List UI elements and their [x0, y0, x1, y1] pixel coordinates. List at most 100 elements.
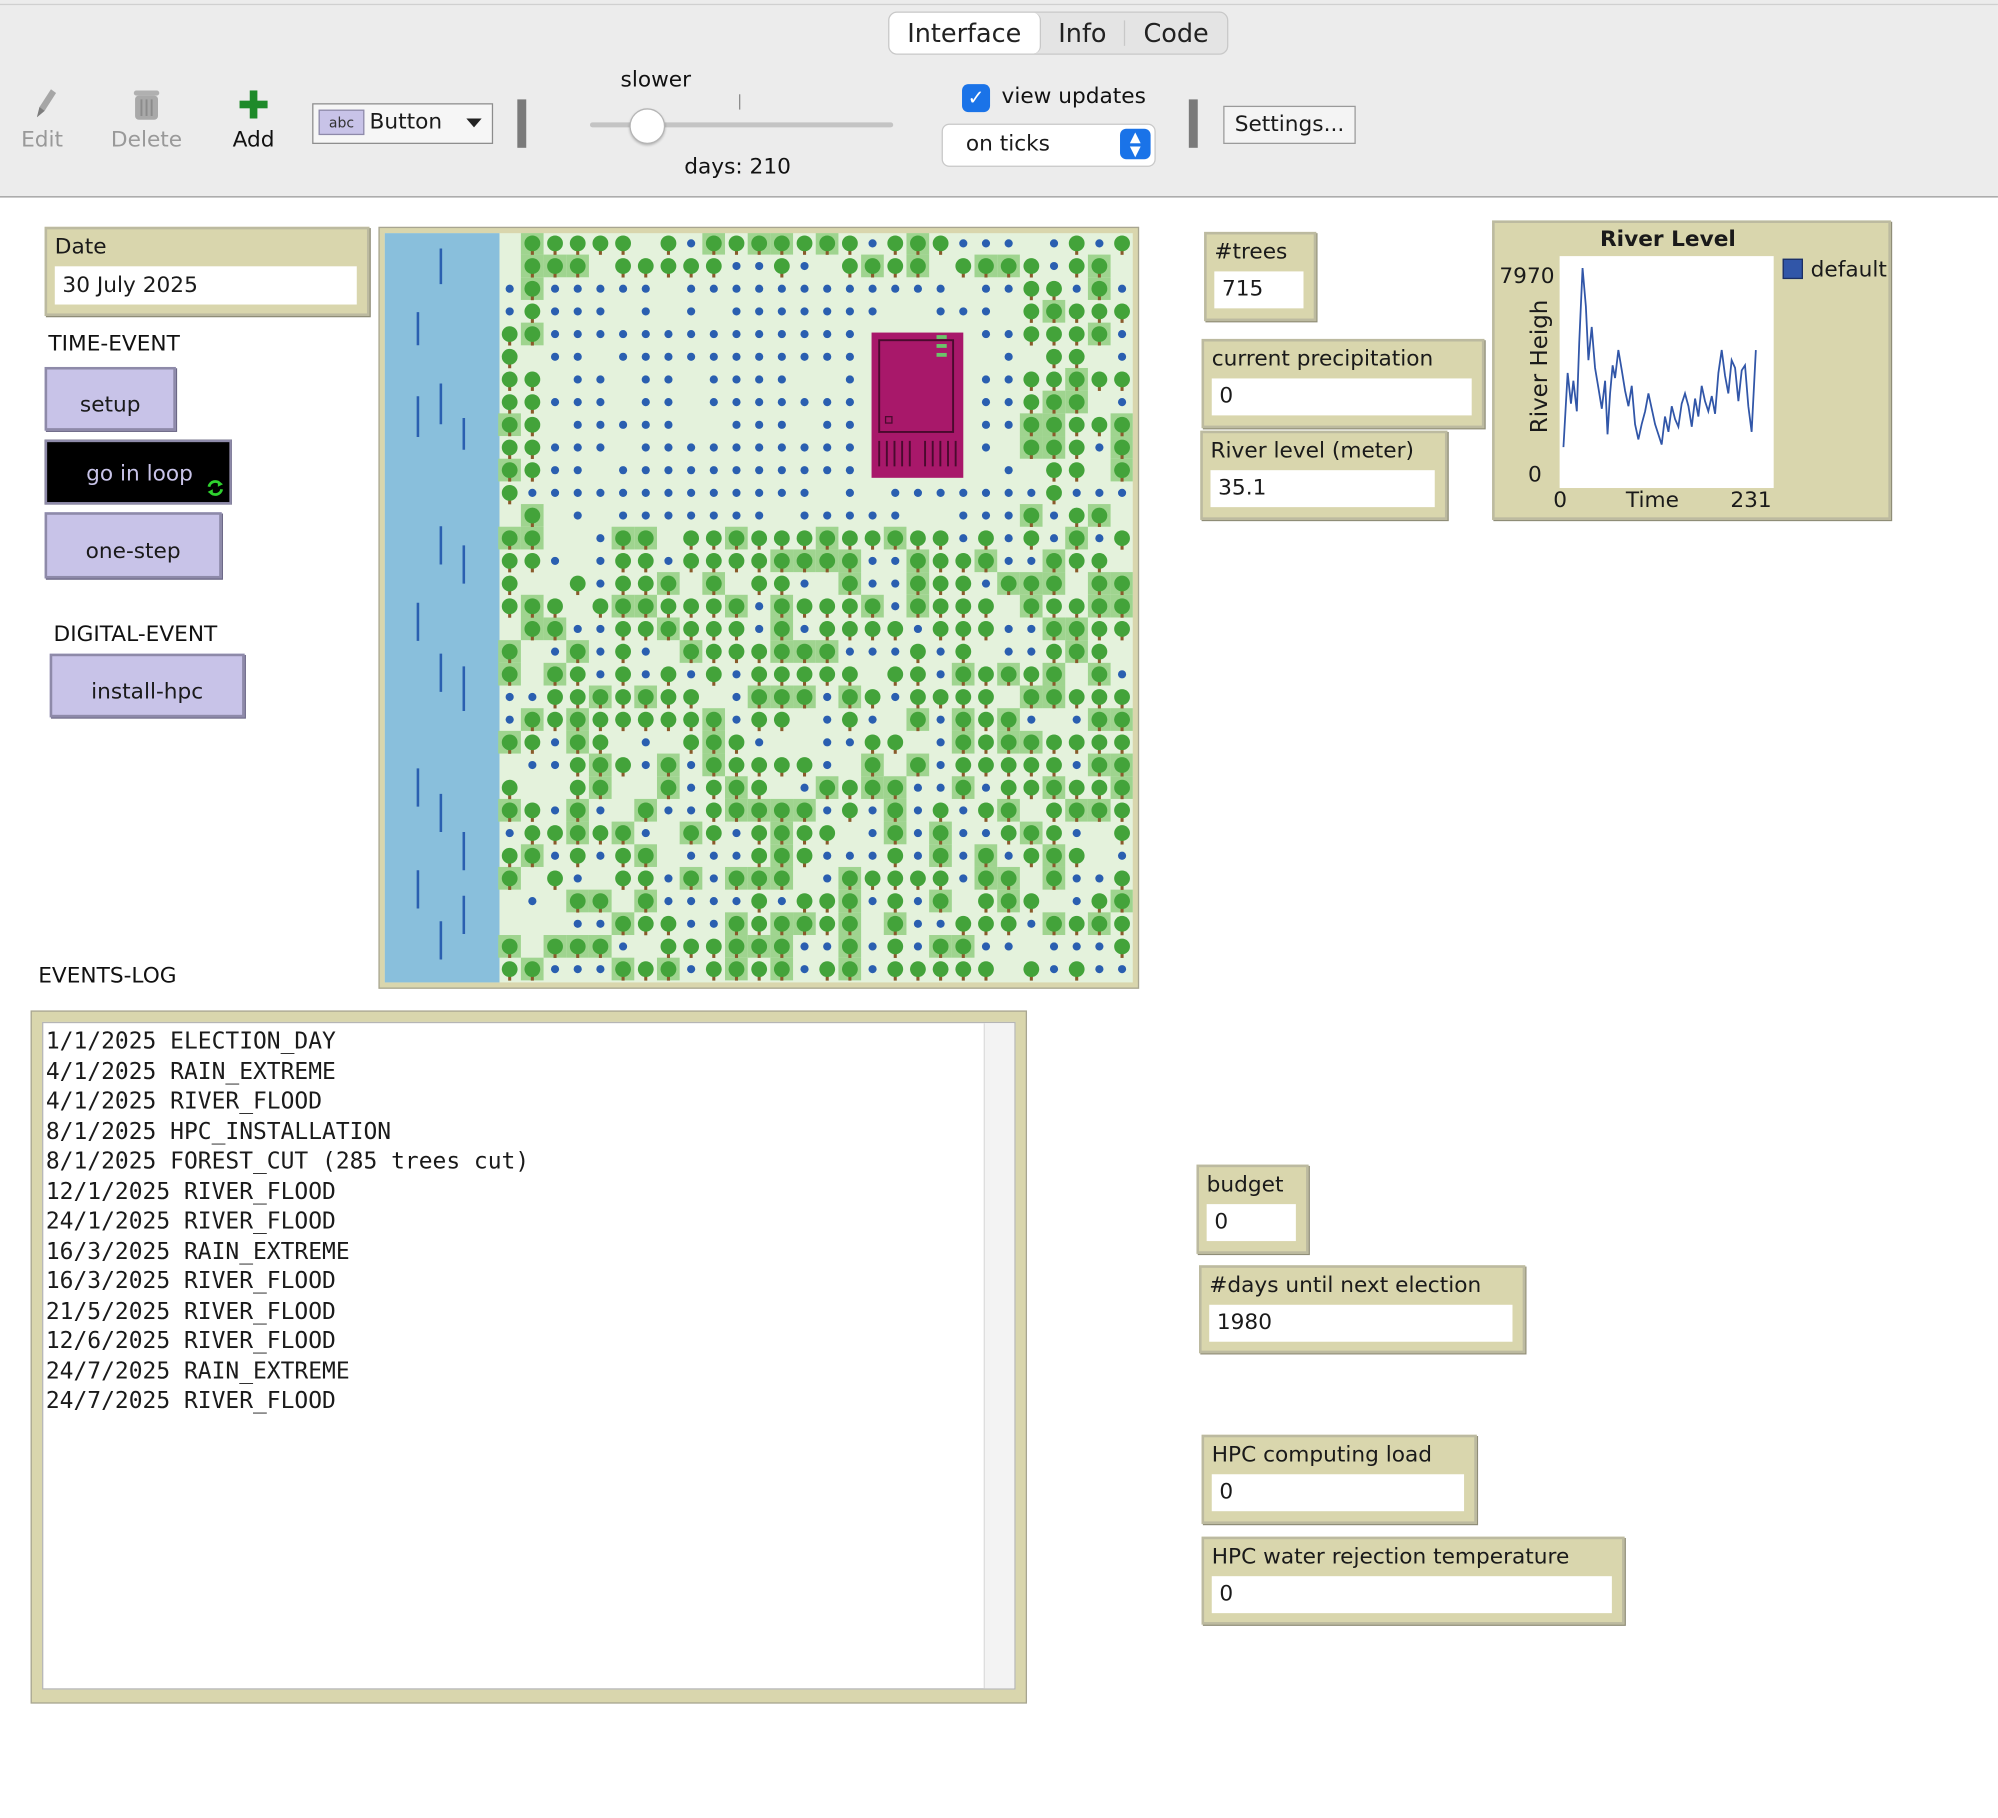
- cleared-cell-dot: [959, 828, 968, 838]
- river-level-monitor: River level (meter) 35.1: [1200, 430, 1448, 520]
- cleared-cell-dot: [1049, 965, 1059, 974]
- tree: [751, 779, 768, 796]
- legend-swatch: [1782, 258, 1803, 280]
- tree: [955, 779, 972, 796]
- world-view[interactable]: [384, 233, 1133, 983]
- tree: [1023, 893, 1040, 910]
- cleared-cell-dot: [641, 375, 650, 384]
- tree: [547, 598, 563, 615]
- log-entry: 16/3/2025 RAIN_EXTREME: [45, 1237, 350, 1265]
- edit-tool[interactable]: Edit: [15, 84, 69, 153]
- cleared-cell-dot: [550, 398, 560, 407]
- tree: [955, 598, 972, 615]
- cleared-cell-dot: [732, 828, 741, 838]
- tree: [932, 825, 949, 841]
- settings-button[interactable]: Settings...: [1223, 105, 1356, 144]
- cleared-cell-dot: [687, 760, 696, 770]
- tree: [660, 915, 677, 932]
- tree: [615, 643, 631, 660]
- tree: [637, 553, 654, 569]
- cleared-cell-dot: [845, 466, 854, 475]
- days-until-election-monitor: #days until next election 1980: [1199, 1265, 1526, 1354]
- tree: [547, 666, 563, 683]
- tab-interface[interactable]: Interface: [889, 12, 1041, 54]
- events-log-scrollbar[interactable]: [983, 1023, 1015, 1689]
- digital-event-label: DIGITAL-EVENT: [53, 621, 218, 648]
- cleared-cell-dot: [664, 874, 673, 883]
- tree: [773, 689, 790, 705]
- cleared-cell-dot: [709, 398, 718, 407]
- cleared-cell-dot: [868, 556, 877, 565]
- tree: [932, 598, 949, 615]
- tree: [819, 825, 836, 841]
- tree: [1023, 530, 1040, 547]
- speed-slider-knob[interactable]: [629, 108, 666, 144]
- cleared-cell-dot: [596, 851, 605, 860]
- tree: [751, 643, 768, 660]
- tree: [1046, 371, 1062, 388]
- log-entry: 24/7/2025 RIVER_FLOOD: [45, 1387, 336, 1415]
- cleared-cell-dot: [687, 511, 696, 520]
- tree: [705, 711, 722, 728]
- tree: [1068, 303, 1085, 320]
- tree: [1114, 734, 1130, 751]
- view-updates-checkbox[interactable]: ✓: [962, 84, 991, 113]
- tree: [887, 802, 904, 819]
- cleared-cell-dot: [1072, 874, 1081, 883]
- tree: [796, 847, 813, 864]
- go-in-loop-button[interactable]: go in loop: [44, 439, 232, 505]
- tree: [1023, 757, 1040, 773]
- cleared-cell-dot: [732, 466, 741, 475]
- tree: [637, 598, 654, 615]
- tree: [728, 621, 745, 637]
- tree: [1046, 553, 1062, 569]
- cleared-cell-dot: [936, 488, 945, 497]
- cleared-cell-dot: [573, 375, 582, 384]
- tree: [637, 258, 654, 274]
- cleared-cell-dot: [573, 511, 582, 520]
- cleared-cell-dot: [1004, 398, 1013, 407]
- one-step-button[interactable]: one-step: [44, 512, 222, 579]
- tree: [1114, 575, 1130, 592]
- tree: [932, 621, 949, 637]
- cleared-cell-dot: [800, 330, 809, 339]
- tree: [637, 915, 654, 932]
- cleared-cell-dot: [664, 330, 673, 339]
- cleared-cell-dot: [709, 897, 718, 906]
- tree: [1000, 779, 1017, 796]
- cleared-cell-dot: [596, 624, 605, 634]
- tab-code[interactable]: Code: [1126, 13, 1227, 54]
- tree: [955, 643, 972, 660]
- tree: [796, 915, 813, 932]
- log-entry: 12/1/2025 RIVER_FLOOD: [45, 1177, 336, 1205]
- tree: [887, 870, 904, 887]
- tree: [1046, 280, 1062, 297]
- delete-tool[interactable]: Delete: [111, 84, 182, 153]
- budget-monitor-value: 0: [1206, 1204, 1296, 1242]
- tree: [1091, 915, 1108, 932]
- tree: [524, 530, 541, 547]
- cleared-cell-dot: [687, 352, 696, 361]
- update-mode-select[interactable]: on ticks ▲ ▼: [941, 123, 1156, 167]
- cleared-cell-dot: [596, 556, 605, 565]
- events-log-text-area[interactable]: 1/1/2025 ELECTION_DAY 4/1/2025 RAIN_EXTRE…: [42, 1021, 1016, 1690]
- tree: [841, 235, 858, 252]
- cleared-cell-dot: [913, 919, 923, 928]
- tab-info[interactable]: Info: [1040, 13, 1124, 54]
- add-tool[interactable]: Add: [226, 84, 282, 153]
- cleared-cell-dot: [1072, 284, 1081, 293]
- cleared-cell-dot: [641, 443, 650, 452]
- install-hpc-button[interactable]: install-hpc: [49, 653, 245, 718]
- setup-button[interactable]: setup: [44, 366, 176, 431]
- tree: [773, 258, 790, 274]
- cleared-cell-dot: [777, 488, 786, 497]
- widget-type-dropdown[interactable]: abc Button: [312, 103, 494, 144]
- cleared-cell-dot: [596, 307, 605, 316]
- tree: [978, 847, 994, 864]
- tree: [1091, 893, 1108, 910]
- tree: [1068, 439, 1085, 456]
- tree: [887, 938, 904, 955]
- tree: [819, 530, 836, 547]
- tree: [773, 553, 790, 569]
- tree: [751, 530, 768, 547]
